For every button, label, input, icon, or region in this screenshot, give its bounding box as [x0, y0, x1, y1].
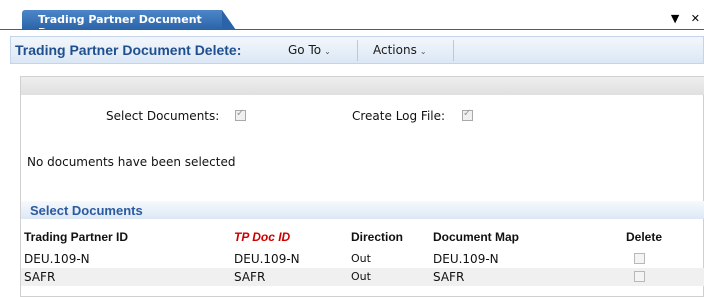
cell-document-map: DEU.109-N [433, 252, 499, 266]
toolbar-separator [357, 40, 358, 61]
tab-underline [0, 29, 704, 30]
section-title: Select Documents [30, 203, 143, 218]
delete-checkbox[interactable] [634, 271, 645, 282]
cell-document-map: SAFR [433, 270, 465, 284]
col-header-direction[interactable]: Direction [351, 230, 403, 244]
chevron-down-icon: ⌄ [419, 47, 427, 56]
cell-trading-partner-id: SAFR [24, 270, 56, 284]
content-panel: Select Documents: Create Log File: No do… [20, 76, 704, 297]
chevron-down-icon: ⌄ [324, 47, 331, 56]
select-documents-checkbox[interactable] [235, 108, 246, 121]
cell-tp-doc-id: DEU.109-N [234, 252, 300, 266]
col-header-tp-doc-id[interactable]: TP Doc ID [234, 230, 290, 244]
goto-menu-label: Go To [288, 43, 322, 57]
cell-trading-partner-id: DEU.109-N [24, 252, 90, 266]
actions-menu[interactable]: Actions ⌄ [373, 43, 427, 57]
create-log-file-label: Create Log File: [352, 109, 446, 123]
delete-checkbox[interactable] [634, 253, 645, 264]
toolbar-separator [453, 40, 454, 61]
tab-trading-partner-document-delete[interactable]: Trading Partner Document D... [22, 10, 236, 39]
page-toolbar: Trading Partner Document Delete: Go To ⌄ … [10, 36, 704, 64]
col-header-trading-partner-id[interactable]: Trading Partner ID [24, 230, 128, 244]
tab-controls: ▼ ✕ [663, 12, 700, 25]
status-message: No documents have been selected [27, 155, 236, 169]
cell-direction: Out [351, 252, 371, 265]
cell-tp-doc-id: SAFR [234, 270, 266, 284]
panel-header-bar [21, 77, 704, 95]
col-header-delete[interactable]: Delete [626, 230, 662, 244]
tab-strip: Trading Partner Document D... ▼ ✕ [0, 0, 704, 39]
cell-direction: Out [351, 270, 371, 283]
table-row[interactable]: DEU.109-N DEU.109-N Out DEU.109-N [21, 250, 704, 268]
select-documents-section-header: Select Documents [21, 201, 704, 219]
table-row[interactable]: SAFR SAFR Out SAFR [21, 268, 704, 286]
goto-menu[interactable]: Go To ⌄ [288, 43, 331, 57]
close-icon[interactable]: ✕ [691, 12, 700, 25]
select-documents-label: Select Documents: [106, 109, 220, 123]
col-header-document-map[interactable]: Document Map [433, 230, 519, 244]
create-log-file-checkbox[interactable] [462, 108, 473, 121]
page-title: Trading Partner Document Delete: [15, 42, 242, 58]
actions-menu-label: Actions [373, 43, 417, 57]
dropdown-arrow-icon[interactable]: ▼ [671, 12, 679, 25]
